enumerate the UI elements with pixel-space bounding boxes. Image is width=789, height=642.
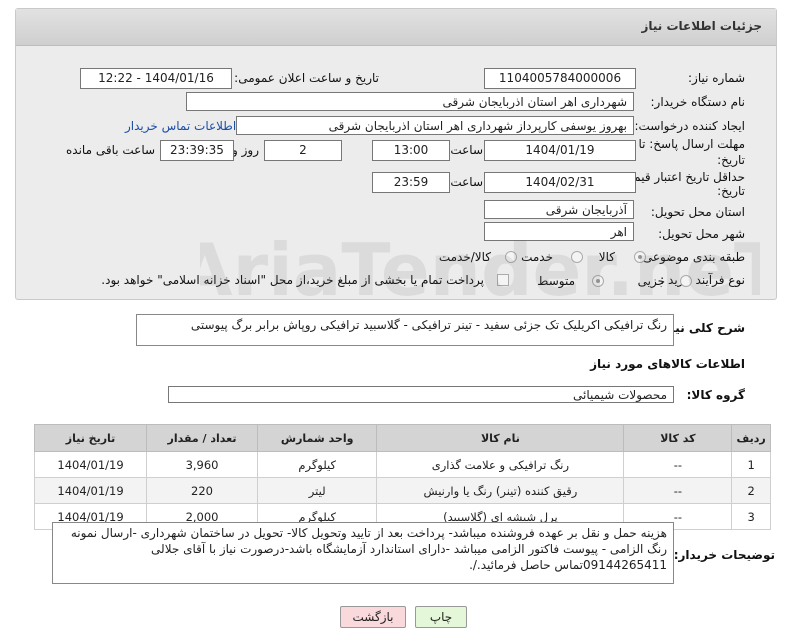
- cell-item-code: --: [623, 477, 733, 504]
- cell-quantity: 3,960: [146, 451, 259, 478]
- category-option-goods: کالا: [598, 250, 615, 264]
- city-field[interactable]: اهر: [484, 222, 634, 241]
- category-option-service: خدمت: [521, 250, 553, 264]
- category-radio-service[interactable]: [571, 251, 583, 263]
- deadline-time-label: ساعت: [450, 143, 483, 157]
- process-option-medium: متوسط: [537, 274, 575, 288]
- buyer-field[interactable]: شهرداری اهر استان اذربایجان شرقی: [186, 92, 634, 111]
- category-radio-goods-service[interactable]: [505, 251, 517, 263]
- cell-row-number: 1: [731, 451, 771, 478]
- cell-item-code: --: [623, 451, 733, 478]
- cell-item-name: رقیق کننده (تینر) رنگ یا وارنیش: [376, 477, 625, 504]
- remaining-label: ساعت باقی مانده: [66, 143, 156, 157]
- cell-quantity: 220: [146, 477, 259, 504]
- cell-unit: لیتر: [257, 477, 378, 504]
- process-radio-minor[interactable]: [680, 275, 692, 287]
- need-number-field[interactable]: 1104005784000006: [484, 68, 636, 89]
- deadline-time-field[interactable]: 13:00: [372, 140, 450, 161]
- validity-time-field[interactable]: 23:59: [372, 172, 450, 193]
- category-radio-goods[interactable]: [634, 251, 646, 263]
- col-unit: واحد شمارش: [257, 424, 378, 452]
- announce-label: تاریخ و ساعت اعلان عمومی:: [234, 71, 379, 85]
- deadline-label: مهلت ارسال پاسخ: تا: [638, 137, 745, 151]
- col-row-number: ردیف: [731, 424, 771, 452]
- goods-group-field[interactable]: محصولات شیمیائی: [168, 386, 674, 403]
- province-label: استان محل تحویل:: [650, 205, 745, 219]
- cell-need-date: 1404/01/19: [33, 477, 148, 504]
- col-quantity: تعداد / مقدار: [146, 424, 259, 452]
- col-need-date: تاریخ نیاز: [33, 424, 148, 452]
- days-field[interactable]: 2: [264, 140, 342, 161]
- province-field[interactable]: آذربایجان شرقی: [484, 200, 634, 219]
- panel-title: جزئیات اطلاعات نیاز: [641, 19, 762, 33]
- need-number-label: شماره نیاز:: [688, 71, 745, 85]
- col-item-name: نام کالا: [376, 424, 625, 452]
- deadline-date-label: تاریخ:: [717, 153, 745, 167]
- items-table: ردیف کد کالا نام کالا واحد شمارش تعداد /…: [33, 424, 771, 530]
- process-label: نوع فرآیند خرید :: [660, 273, 745, 287]
- cell-need-date: 1404/01/19: [33, 451, 148, 478]
- buyer-notes-label: توضیحات خریدار:: [673, 548, 775, 562]
- category-option-goods-service: کالا/خدمت: [438, 250, 491, 264]
- cell-row-number: 3: [731, 503, 771, 530]
- col-item-code: کد کالا: [623, 424, 733, 452]
- creator-field[interactable]: بهروز یوسفی کارپرداز شهرداری اهر استان ا…: [236, 116, 634, 135]
- table-row[interactable]: 2 -- رقیق کننده (تینر) رنگ یا وارنیش لیت…: [33, 477, 771, 504]
- city-label: شهر محل تحویل:: [658, 227, 745, 241]
- print-button[interactable]: چاپ: [415, 606, 467, 628]
- table-header-row: ردیف کد کالا نام کالا واحد شمارش تعداد /…: [33, 424, 771, 452]
- announce-date-field[interactable]: 1404/01/16 - 12:22: [80, 68, 232, 89]
- process-option-minor: جزیی: [637, 274, 665, 288]
- contact-buyer-link[interactable]: اطلاعات تماس خریدار: [125, 119, 236, 133]
- days-label: روز و: [232, 143, 259, 157]
- validity-date-label: تاریخ:: [717, 184, 745, 198]
- cell-row-number: 2: [731, 477, 771, 504]
- goods-section-title: اطلاعات کالاهای مورد نیاز: [590, 357, 745, 371]
- category-label: طبقه بندی موضوعی:: [638, 250, 745, 264]
- table-row[interactable]: 1 -- رنگ ترافیکی و علامت گذاری کیلوگرم 3…: [33, 451, 771, 478]
- cell-item-name: رنگ ترافیکی و علامت گذاری: [376, 451, 625, 478]
- panel-header: جزئیات اطلاعات نیاز: [16, 9, 776, 46]
- validity-date-field[interactable]: 1404/02/31: [484, 172, 636, 193]
- treasury-checkbox[interactable]: [497, 274, 509, 286]
- treasury-note: پرداخت تمام یا بخشی از مبلغ خرید،از محل …: [101, 273, 484, 287]
- validity-time-label: ساعت: [450, 175, 483, 189]
- back-button[interactable]: بازگشت: [340, 606, 406, 628]
- buyer-notes-field[interactable]: هزینه حمل و نقل بر عهده فروشنده میباشد- …: [52, 522, 674, 584]
- goods-group-label: گروه کالا:: [686, 388, 745, 402]
- cell-unit: کیلوگرم: [257, 451, 378, 478]
- description-field[interactable]: رنگ ترافیکی اکریلیک تک جزئی سفید - تینر …: [136, 314, 674, 346]
- remaining-time-field[interactable]: 23:39:35: [160, 140, 234, 161]
- deadline-date-field[interactable]: 1404/01/19: [484, 140, 636, 161]
- creator-label: ایجاد کننده درخواست:: [634, 119, 745, 133]
- buyer-label: نام دستگاه خریدار:: [650, 95, 746, 109]
- process-radio-medium[interactable]: [592, 275, 604, 287]
